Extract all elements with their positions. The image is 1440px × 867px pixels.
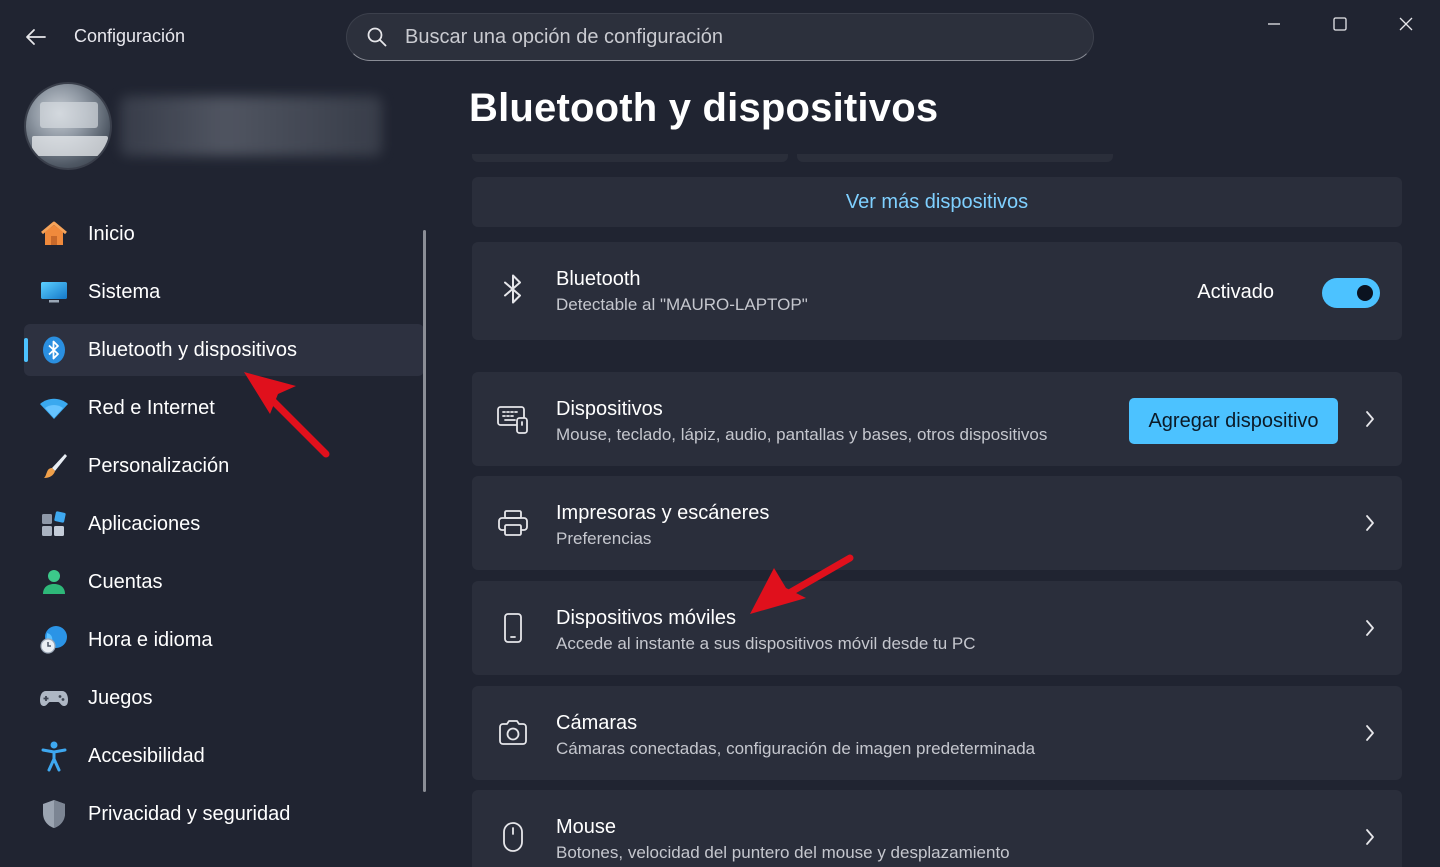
back-arrow-icon bbox=[26, 29, 46, 45]
chevron-right-icon bbox=[1362, 825, 1378, 849]
see-more-devices-link[interactable]: Ver más dispositivos bbox=[472, 177, 1402, 227]
sidebar-item-label: Bluetooth y dispositivos bbox=[88, 338, 298, 361]
row-mouse[interactable]: Mouse Botones, velocidad del puntero del… bbox=[472, 790, 1402, 867]
sidebar-item-accesibilidad[interactable]: Accesibilidad bbox=[24, 730, 424, 782]
row-title: Mouse bbox=[556, 816, 617, 838]
page-title: Bluetooth y dispositivos bbox=[469, 86, 939, 130]
phone-icon bbox=[496, 611, 530, 645]
chevron-right-icon bbox=[1362, 407, 1378, 431]
see-more-label: Ver más dispositivos bbox=[845, 190, 1029, 213]
wifi-icon bbox=[38, 392, 70, 424]
bluetooth-icon bbox=[38, 334, 70, 366]
sidebar-item-label: Aplicaciones bbox=[88, 512, 201, 535]
row-title: Dispositivos móviles bbox=[556, 607, 737, 629]
row-dispositivos-moviles[interactable]: Dispositivos móviles Accede al instante … bbox=[472, 581, 1402, 675]
sidebar-item-label: Accesibilidad bbox=[88, 744, 205, 767]
sidebar-item-aplicaciones[interactable]: Aplicaciones bbox=[24, 498, 424, 550]
row-subtitle: Cámaras conectadas, configuración de ima… bbox=[556, 739, 1036, 758]
minimize-icon bbox=[1268, 23, 1280, 25]
toggle-knob bbox=[1357, 285, 1373, 301]
sidebar-item-inicio[interactable]: Inicio bbox=[24, 208, 424, 260]
bluetooth-toggle[interactable] bbox=[1322, 278, 1380, 308]
sidebar-item-label: Personalización bbox=[88, 454, 230, 477]
sidebar-scrollbar[interactable] bbox=[423, 230, 426, 792]
sidebar-item-hora[interactable]: Hora e idioma bbox=[24, 614, 424, 666]
row-title: Bluetooth bbox=[556, 268, 641, 290]
row-title: Impresoras y escáneres bbox=[556, 502, 770, 524]
devices-icon bbox=[496, 402, 530, 436]
sidebar-item-label: Privacidad y seguridad bbox=[88, 802, 291, 825]
sidebar-item-label: Red e Internet bbox=[88, 396, 215, 419]
row-subtitle: Preferencias bbox=[556, 529, 652, 548]
sidebar-item-label: Inicio bbox=[88, 222, 135, 245]
profile-name-blurred bbox=[120, 96, 382, 156]
camera-icon bbox=[496, 716, 530, 750]
printer-icon bbox=[496, 506, 530, 540]
sidebar-item-label: Sistema bbox=[88, 280, 161, 303]
maximize-button[interactable] bbox=[1312, 8, 1368, 40]
sidebar-item-sistema[interactable]: Sistema bbox=[24, 266, 424, 318]
sidebar-item-personalizacion[interactable]: Personalización bbox=[24, 440, 424, 492]
row-title: Cámaras bbox=[556, 712, 638, 734]
close-button[interactable] bbox=[1378, 8, 1434, 40]
sidebar-item-label: Juegos bbox=[88, 686, 153, 709]
search-icon bbox=[365, 25, 389, 49]
selection-indicator bbox=[24, 338, 28, 362]
sidebar-item-cuentas[interactable]: Cuentas bbox=[24, 556, 424, 608]
gamepad-icon bbox=[38, 682, 70, 714]
row-dispositivos[interactable]: Dispositivos Mouse, teclado, lápiz, audi… bbox=[472, 372, 1402, 466]
device-tile-partial[interactable] bbox=[797, 154, 1113, 162]
home-icon bbox=[38, 218, 70, 250]
sidebar-item-label: Hora e idioma bbox=[88, 628, 213, 651]
shield-icon bbox=[38, 798, 70, 830]
brush-icon bbox=[38, 450, 70, 482]
search-input[interactable] bbox=[405, 25, 1045, 49]
sidebar-item-juegos[interactable]: Juegos bbox=[24, 672, 424, 724]
add-device-button[interactable]: Agregar dispositivo bbox=[1129, 398, 1338, 444]
bluetooth-icon bbox=[496, 272, 530, 306]
app-title: Configuración bbox=[74, 26, 186, 46]
apps-icon bbox=[38, 508, 70, 540]
row-camaras[interactable]: Cámaras Cámaras conectadas, configuració… bbox=[472, 686, 1402, 780]
row-subtitle: Botones, velocidad del puntero del mouse… bbox=[556, 843, 1010, 862]
minimize-button[interactable] bbox=[1246, 8, 1302, 40]
globe-clock-icon bbox=[38, 624, 70, 656]
monitor-icon bbox=[38, 276, 70, 308]
accessibility-icon bbox=[38, 740, 70, 772]
sidebar: Inicio Sistema Bluetooth y dispositivos … bbox=[24, 208, 424, 846]
title-bar: Configuración bbox=[0, 0, 1440, 72]
person-icon bbox=[38, 566, 70, 598]
row-title: Dispositivos bbox=[556, 398, 663, 420]
device-tile-partial[interactable] bbox=[472, 154, 788, 162]
back-button[interactable] bbox=[18, 22, 54, 52]
chevron-right-icon bbox=[1362, 616, 1378, 640]
sidebar-item-bluetooth[interactable]: Bluetooth y dispositivos bbox=[24, 324, 424, 376]
sidebar-item-label: Cuentas bbox=[88, 570, 163, 593]
chevron-right-icon bbox=[1362, 721, 1378, 745]
chevron-right-icon bbox=[1362, 511, 1378, 535]
toggle-state-label: Activado bbox=[1197, 281, 1274, 303]
close-icon bbox=[1399, 17, 1413, 31]
bluetooth-row[interactable]: Bluetooth Detectable al "MAURO-LAPTOP" A… bbox=[472, 242, 1402, 340]
maximize-icon bbox=[1333, 17, 1347, 31]
row-subtitle: Mouse, teclado, lápiz, audio, pantallas … bbox=[556, 425, 1048, 444]
sidebar-item-red[interactable]: Red e Internet bbox=[24, 382, 424, 434]
search-box[interactable] bbox=[346, 13, 1094, 61]
sidebar-item-privacidad[interactable]: Privacidad y seguridad bbox=[24, 788, 424, 840]
mouse-icon bbox=[496, 820, 530, 854]
row-impresoras[interactable]: Impresoras y escáneres Preferencias bbox=[472, 476, 1402, 570]
row-subtitle: Detectable al "MAURO-LAPTOP" bbox=[556, 295, 808, 314]
row-subtitle: Accede al instante a sus dispositivos mó… bbox=[556, 634, 976, 653]
avatar[interactable] bbox=[24, 82, 112, 170]
